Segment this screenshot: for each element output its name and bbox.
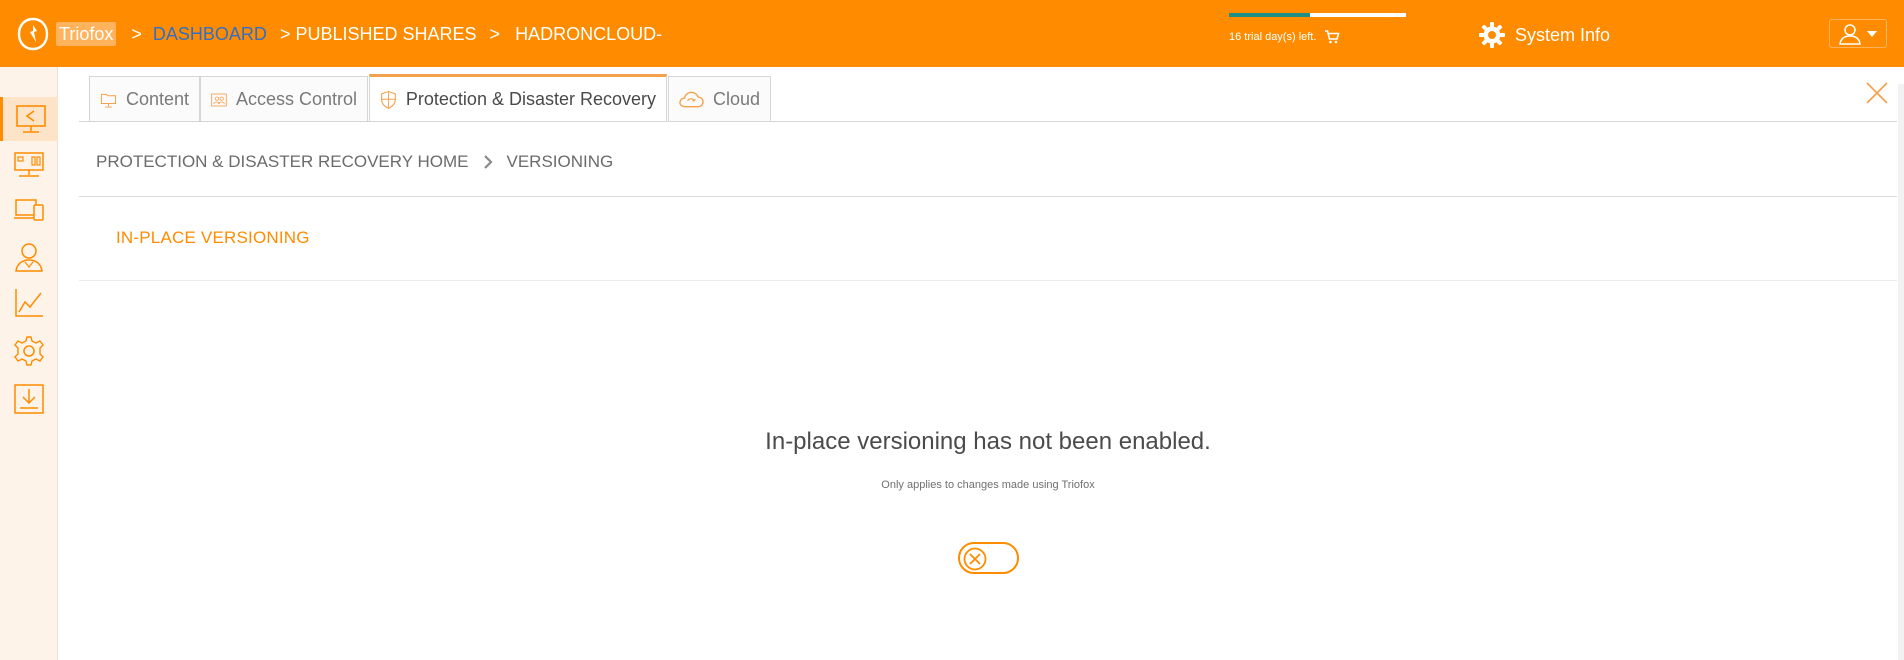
header-breadcrumb: Triofox > DASHBOARD > PUBLISHED SHARES >… — [56, 22, 662, 46]
breadcrumb: PROTECTION & DISASTER RECOVERY HOME VERS… — [96, 152, 613, 172]
servers-icon — [14, 152, 44, 177]
chevron-right-icon — [483, 155, 493, 169]
top-bar: Triofox > DASHBOARD > PUBLISHED SHARES >… — [0, 0, 1904, 67]
sidebar-item-devices[interactable] — [0, 189, 58, 233]
user-menu-button[interactable] — [1829, 19, 1887, 48]
system-info-button[interactable]: System Info — [1478, 21, 1610, 49]
scrollbar[interactable] — [1898, 84, 1904, 660]
versioning-toggle[interactable] — [958, 542, 1019, 574]
divider — [79, 196, 1897, 197]
settings-icon — [14, 336, 44, 366]
dashboard-link[interactable]: DASHBOARD — [153, 22, 267, 46]
crumb-separator: > — [131, 24, 142, 44]
tab-protection-disaster-recovery[interactable]: Protection & Disaster Recovery — [369, 74, 667, 122]
published-shares-link[interactable]: > PUBLISHED SHARES — [280, 22, 477, 46]
cart-icon[interactable] — [1324, 30, 1340, 44]
sidebar-item-reports[interactable] — [0, 281, 58, 325]
breadcrumb-current: VERSIONING — [506, 152, 614, 171]
tab-cloud[interactable]: Cloud — [668, 76, 771, 122]
divider — [79, 280, 1897, 281]
shares-icon — [15, 105, 46, 133]
x-circle-icon — [963, 547, 987, 571]
tabs-divider — [79, 121, 1897, 122]
reports-icon — [15, 289, 43, 317]
crumb-separator: > — [489, 24, 501, 44]
sidebar-item-downloads[interactable] — [0, 377, 58, 421]
devices-icon — [14, 199, 44, 221]
trial-days-text: 16 trial day(s) left. — [1229, 31, 1317, 43]
trial-progress-fill — [1229, 13, 1311, 17]
tab-label: Access Control — [235, 89, 357, 109]
access-control-icon — [211, 93, 227, 106]
tab-label: Content — [125, 89, 189, 109]
folder-monitor-icon — [100, 93, 117, 108]
users-icon — [15, 243, 43, 272]
share-name-crumb: HADRONCLOUD- — [515, 24, 663, 44]
downloads-icon — [14, 384, 44, 414]
left-sidebar — [0, 67, 58, 660]
shield-icon — [380, 90, 396, 109]
trial-progress-bar — [1229, 13, 1406, 17]
sidebar-item-users[interactable] — [0, 235, 58, 279]
sidebar-item-settings[interactable] — [0, 329, 58, 373]
tab-content[interactable]: Content — [89, 76, 200, 122]
gear-icon — [1479, 22, 1505, 48]
close-icon[interactable] — [1865, 81, 1889, 105]
status-sub-message: Only applies to changes made using Triof… — [881, 479, 1095, 491]
brand-name[interactable]: Triofox — [56, 22, 117, 46]
sidebar-item-servers[interactable] — [0, 143, 58, 187]
system-info-label: System Info — [1515, 24, 1611, 45]
status-message: In-place versioning has not been enabled… — [765, 428, 1211, 455]
tab-label: Cloud — [712, 89, 760, 109]
cloud-icon — [679, 91, 704, 107]
tab-label: Protection & Disaster Recovery — [405, 89, 656, 109]
breadcrumb-home-link[interactable]: PROTECTION & DISASTER RECOVERY HOME — [96, 152, 469, 172]
section-title: IN-PLACE VERSIONING — [116, 228, 310, 247]
caret-down-icon — [1867, 30, 1877, 37]
trial-status: 16 trial day(s) left. — [1229, 13, 1406, 44]
tab-access-control[interactable]: Access Control — [200, 76, 368, 122]
triofox-logo-icon[interactable] — [17, 17, 49, 51]
user-icon — [1839, 23, 1861, 45]
sidebar-item-shares[interactable] — [0, 97, 58, 141]
